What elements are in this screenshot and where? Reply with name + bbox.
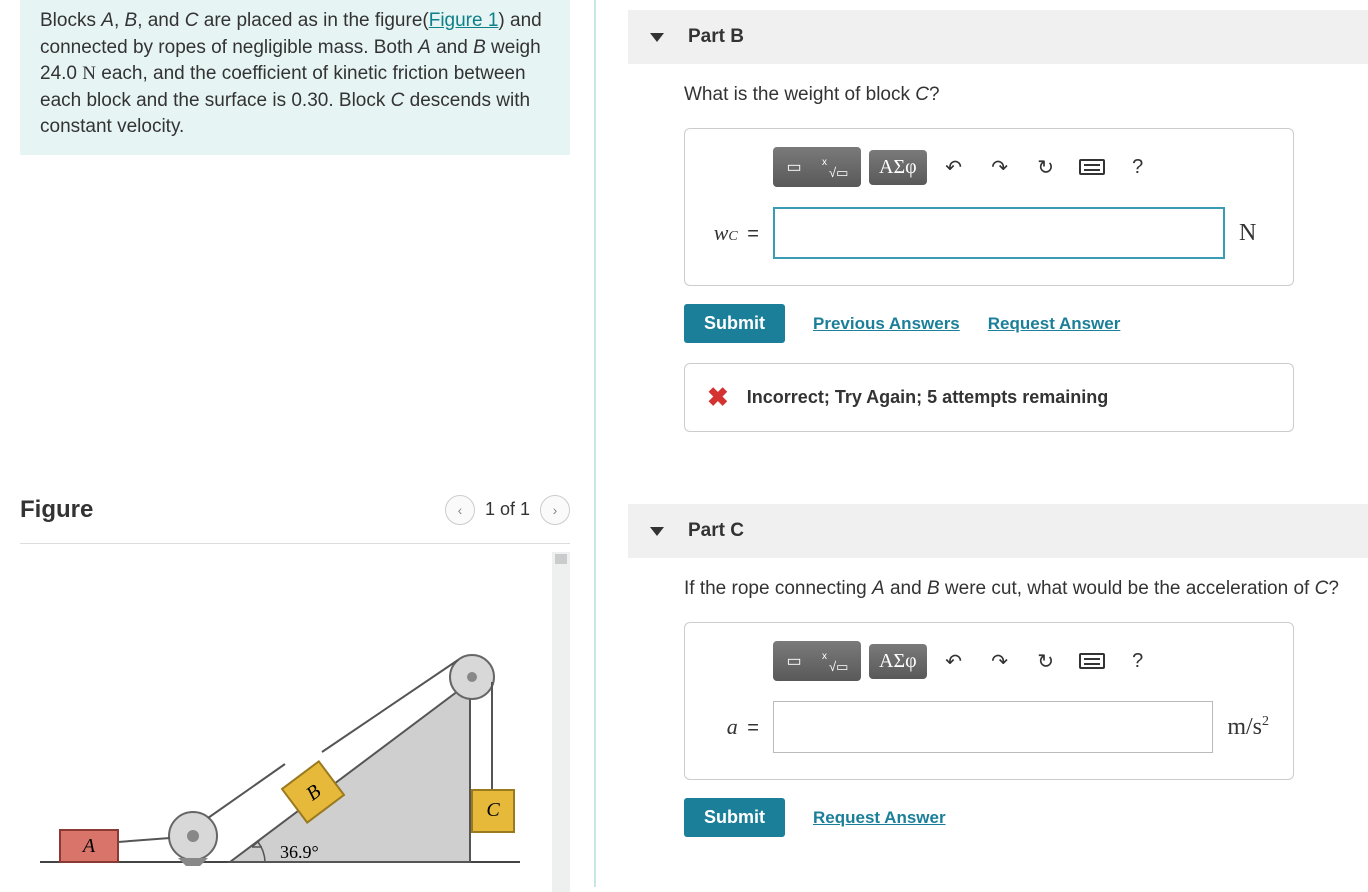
part-b-unit: N: [1239, 220, 1269, 247]
figure-counter: 1 of 1: [485, 499, 530, 520]
figure-next-button[interactable]: ›: [540, 495, 570, 525]
vertical-divider: [594, 0, 596, 887]
undo-button[interactable]: ↶: [935, 643, 973, 679]
request-answer-link[interactable]: Request Answer: [988, 314, 1121, 334]
redo-button[interactable]: ↷: [981, 149, 1019, 185]
figure-prev-button[interactable]: ‹: [445, 495, 475, 525]
keyboard-button[interactable]: [1073, 149, 1111, 185]
help-button[interactable]: ?: [1119, 149, 1157, 185]
reset-button[interactable]: ↻: [1027, 643, 1065, 679]
part-c-title: Part C: [688, 520, 744, 542]
keyboard-button[interactable]: [1073, 643, 1111, 679]
label-A: A: [81, 835, 96, 857]
previous-answers-link[interactable]: Previous Answers: [813, 314, 960, 334]
part-c-variable: a =: [709, 714, 759, 740]
help-button[interactable]: ?: [1119, 643, 1157, 679]
greek-symbols-button[interactable]: ΑΣφ: [869, 644, 927, 679]
reset-button[interactable]: ↻: [1027, 149, 1065, 185]
caret-down-icon: [650, 527, 664, 536]
figure-diagram: A B: [30, 632, 540, 892]
label-C: C: [486, 799, 500, 821]
greek-symbols-button[interactable]: ΑΣφ: [869, 150, 927, 185]
part-c-submit-button[interactable]: Submit: [684, 798, 785, 837]
feedback-text: Incorrect; Try Again; 5 attempts remaini…: [747, 387, 1108, 408]
part-b-feedback: ✖ Incorrect; Try Again; 5 attempts remai…: [684, 363, 1294, 432]
part-c-answer-box: ▭ x√▭ ΑΣφ ↶ ↷ ↻ ? a = m/s2: [684, 622, 1294, 780]
figure-viewport: A B: [20, 552, 570, 892]
svg-text:x: x: [822, 651, 827, 662]
figure-link[interactable]: Figure 1: [429, 10, 499, 31]
caret-down-icon: [650, 33, 664, 42]
part-b-input[interactable]: [773, 207, 1225, 259]
svg-text:√▭: √▭: [829, 659, 848, 673]
part-b-header[interactable]: Part B: [628, 10, 1368, 64]
redo-button[interactable]: ↷: [981, 643, 1019, 679]
part-b-answer-box: ▭ x√▭ ΑΣφ ↶ ↷ ↻ ? wC = N: [684, 128, 1294, 286]
request-answer-link[interactable]: Request Answer: [813, 808, 946, 828]
undo-button[interactable]: ↶: [935, 149, 973, 185]
template-tool-button[interactable]: ▭ x√▭: [773, 641, 861, 681]
svg-text:√▭: √▭: [829, 165, 848, 179]
part-c-input[interactable]: [773, 701, 1213, 753]
part-b-question: What is the weight of block C?: [684, 84, 1368, 106]
label-angle: 36.9°: [280, 842, 319, 862]
part-c-question: If the rope connecting A and B were cut,…: [684, 578, 1368, 600]
svg-text:x: x: [822, 157, 827, 168]
figure-title: Figure: [20, 496, 93, 524]
part-c-unit: m/s2: [1227, 714, 1269, 741]
part-c-header[interactable]: Part C: [628, 504, 1368, 558]
incorrect-icon: ✖: [707, 382, 729, 413]
problem-statement: Blocks A, B, and C are placed as in the …: [20, 0, 570, 155]
template-tool-button[interactable]: ▭ x√▭: [773, 147, 861, 187]
part-b-title: Part B: [688, 26, 744, 48]
part-b-submit-button[interactable]: Submit: [684, 304, 785, 343]
part-b-variable: wC =: [709, 220, 759, 246]
